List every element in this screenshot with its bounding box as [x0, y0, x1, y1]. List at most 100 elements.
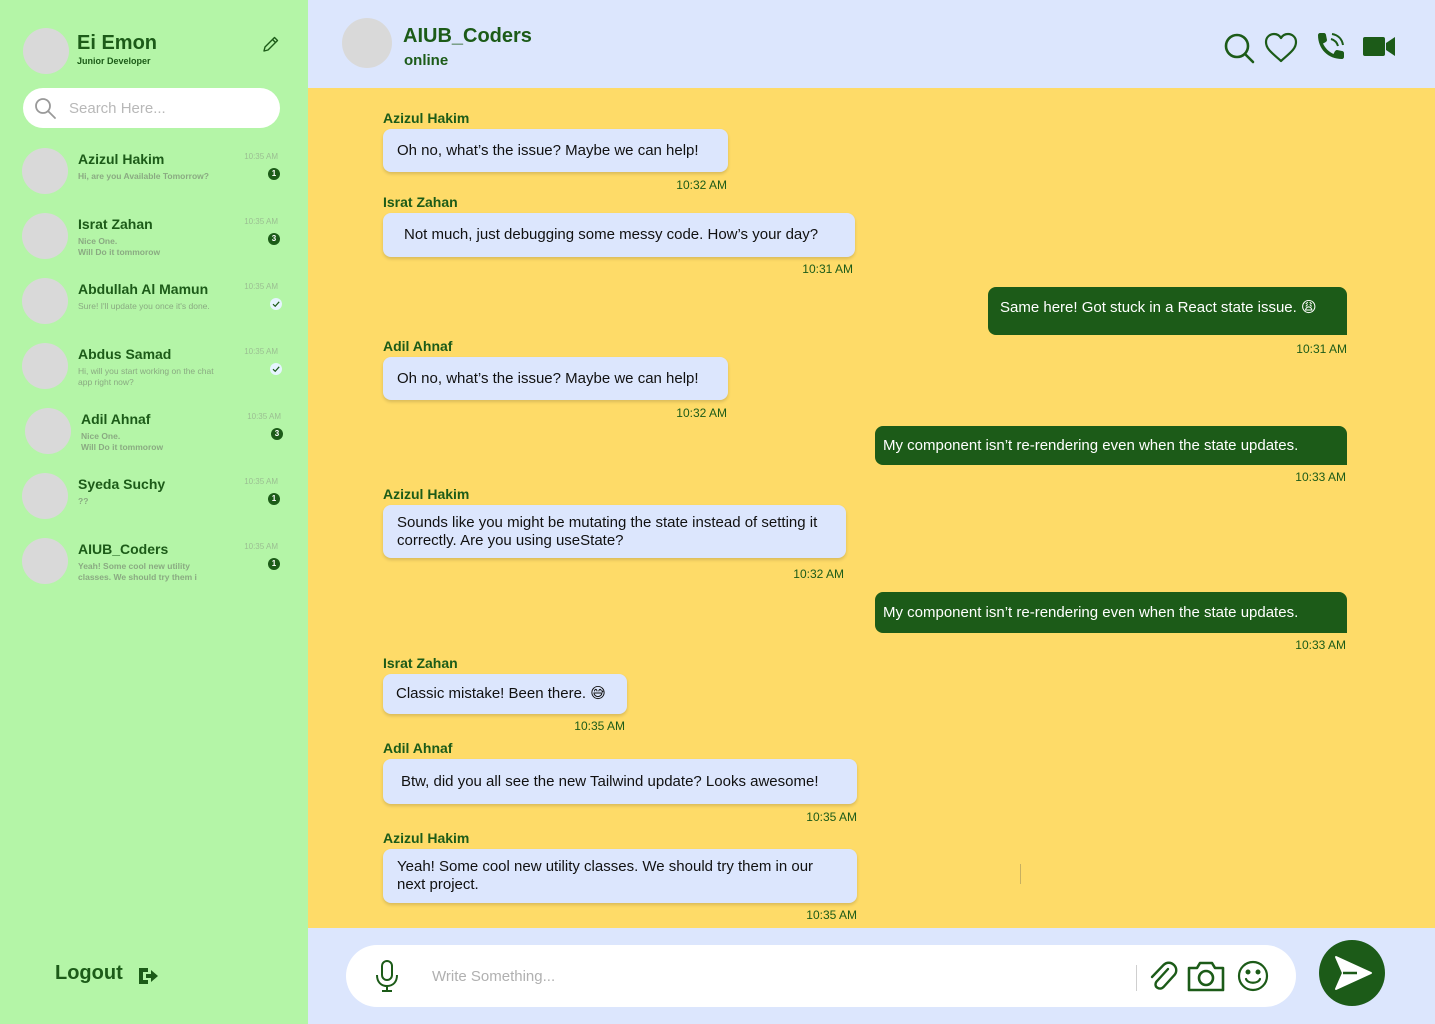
- incoming-message: Classic mistake! Been there. 😅: [383, 674, 627, 714]
- group-avatar[interactable]: [342, 18, 392, 68]
- message-time: 10:32 AM: [793, 567, 844, 581]
- message-time: 10:33 AM: [1295, 470, 1346, 484]
- unread-badge: 1: [268, 493, 280, 505]
- chat-time: 10:35 AM: [244, 217, 278, 226]
- chat-title: AIUB_Coders: [403, 25, 532, 47]
- chat-list-item[interactable]: Syeda Suchy ?? 10:35 AM 1: [22, 473, 284, 523]
- chat-preview: Hi, will you start working on the chat a…: [78, 366, 214, 387]
- message-time: 10:33 AM: [1295, 638, 1346, 652]
- microphone-icon[interactable]: [372, 959, 402, 993]
- message-input-bar[interactable]: [346, 945, 1296, 1007]
- message-sender: Adil Ahnaf: [383, 338, 453, 354]
- logout-button[interactable]: Logout: [55, 962, 165, 990]
- message-sender: Israt Zahan: [383, 655, 458, 671]
- chat-list-item[interactable]: Israt Zahan Nice One. Will Do it tommoro…: [22, 213, 284, 263]
- avatar: [22, 213, 68, 259]
- chat-name: Israt Zahan: [78, 216, 153, 232]
- avatar: [22, 473, 68, 519]
- avatar: [22, 343, 68, 389]
- logout-icon: [139, 968, 158, 984]
- text-cursor: [1020, 864, 1021, 884]
- send-icon: [1335, 956, 1372, 990]
- read-check-icon: [270, 298, 282, 310]
- avatar: [22, 278, 68, 324]
- chat-name: Adil Ahnaf: [81, 411, 151, 427]
- incoming-message: Sounds like you might be mutating the st…: [383, 505, 846, 558]
- incoming-message: Not much, just debugging some messy code…: [383, 213, 855, 257]
- chat-time: 10:35 AM: [244, 542, 278, 551]
- outgoing-message: My component isn’t re-rendering even whe…: [875, 426, 1347, 465]
- message-time: 10:32 AM: [676, 406, 727, 420]
- chat-list-item[interactable]: AIUB_Coders Yeah! Some cool new utility …: [22, 538, 284, 588]
- read-check-icon: [270, 363, 282, 375]
- chat-time: 10:35 AM: [247, 412, 281, 421]
- chat-preview: ??: [78, 496, 89, 506]
- message-time: 10:32 AM: [676, 178, 727, 192]
- camera-icon[interactable]: [1186, 958, 1226, 994]
- chat-preview: Yeah! Some cool new utility classes. We …: [78, 561, 197, 582]
- incoming-message: Oh no, what’s the issue? Maybe we can he…: [383, 357, 728, 400]
- chat-name: Abdus Samad: [78, 346, 172, 362]
- message-time: 10:35 AM: [574, 719, 625, 733]
- search-bar[interactable]: [23, 88, 280, 128]
- chat-time: 10:35 AM: [244, 282, 278, 291]
- chat-preview: Nice One. Will Do it tommorow: [78, 236, 161, 257]
- logout-label: Logout: [55, 962, 123, 984]
- unread-badge: 1: [268, 558, 280, 570]
- search-input[interactable]: [69, 96, 269, 120]
- avatar: [25, 408, 71, 454]
- outgoing-message: My component isn’t re-rendering even whe…: [875, 592, 1347, 633]
- emoji-icon[interactable]: [1236, 959, 1270, 993]
- avatar[interactable]: [23, 28, 69, 74]
- message-area[interactable]: Azizul Hakim Oh no, what’s the issue? Ma…: [308, 88, 1435, 928]
- chat-list-item[interactable]: Azizul Hakim Hi, are you Available Tomor…: [22, 148, 284, 198]
- chat-time: 10:35 AM: [244, 152, 278, 161]
- search-icon[interactable]: [1222, 31, 1256, 65]
- message-composer: [308, 928, 1435, 1024]
- chat-name: Syeda Suchy: [78, 476, 166, 492]
- outgoing-message: Same here! Got stuck in a React state is…: [988, 287, 1347, 335]
- chat-list-item[interactable]: Adil Ahnaf Nice One. Will Do it tommorow…: [25, 408, 287, 458]
- chat-time: 10:35 AM: [244, 477, 278, 486]
- message-sender: Israt Zahan: [383, 194, 458, 210]
- user-profile: Ei Emon Junior Developer: [23, 28, 285, 76]
- chat-name: Azizul Hakim: [78, 151, 165, 167]
- chat-preview: Sure! I'll update you once it's done.: [78, 301, 210, 311]
- message-sender: Adil Ahnaf: [383, 740, 453, 756]
- message-time: 10:31 AM: [1296, 342, 1347, 356]
- send-button[interactable]: [1319, 940, 1385, 1006]
- chat-name: Abdullah Al Mamun: [78, 281, 209, 297]
- profile-name: Ei Emon: [77, 32, 158, 54]
- unread-badge: 3: [271, 428, 283, 440]
- video-camera-icon[interactable]: [1362, 30, 1396, 64]
- unread-badge: 1: [268, 168, 280, 180]
- avatar: [22, 148, 68, 194]
- chat-list-item[interactable]: Abdus Samad Hi, will you start working o…: [22, 343, 284, 393]
- heart-icon[interactable]: [1264, 31, 1298, 65]
- search-icon: [35, 98, 56, 119]
- chat-header: AIUB_Coders online: [308, 0, 1435, 88]
- chat-time: 10:35 AM: [244, 347, 278, 356]
- message-time: 10:31 AM: [802, 262, 853, 276]
- profile-role: Junior Developer: [77, 56, 151, 66]
- message-sender: Azizul Hakim: [383, 486, 470, 502]
- unread-badge: 3: [268, 233, 280, 245]
- chat-preview: Hi, are you Available Tomorrow?: [78, 171, 209, 181]
- incoming-message: Btw, did you all see the new Tailwind up…: [383, 759, 857, 804]
- incoming-message: Yeah! Some cool new utility classes. We …: [383, 849, 857, 903]
- message-input[interactable]: [432, 964, 1122, 988]
- message-time: 10:35 AM: [806, 810, 857, 824]
- chat-list-item[interactable]: Abdullah Al Mamun Sure! I'll update you …: [22, 278, 284, 328]
- chat-name: AIUB_Coders: [78, 541, 169, 557]
- message-sender: Azizul Hakim: [383, 110, 470, 126]
- avatar: [22, 538, 68, 584]
- paperclip-icon[interactable]: [1146, 959, 1180, 993]
- message-time: 10:35 AM: [806, 908, 857, 922]
- incoming-message: Oh no, what’s the issue? Maybe we can he…: [383, 129, 728, 172]
- divider: [1136, 965, 1137, 991]
- phone-icon[interactable]: [1313, 30, 1347, 64]
- pencil-icon[interactable]: [261, 34, 281, 54]
- online-status: online: [404, 52, 449, 69]
- message-sender: Azizul Hakim: [383, 830, 470, 846]
- sidebar: Ei Emon Junior Developer Azizul Hakim Hi…: [0, 0, 308, 1024]
